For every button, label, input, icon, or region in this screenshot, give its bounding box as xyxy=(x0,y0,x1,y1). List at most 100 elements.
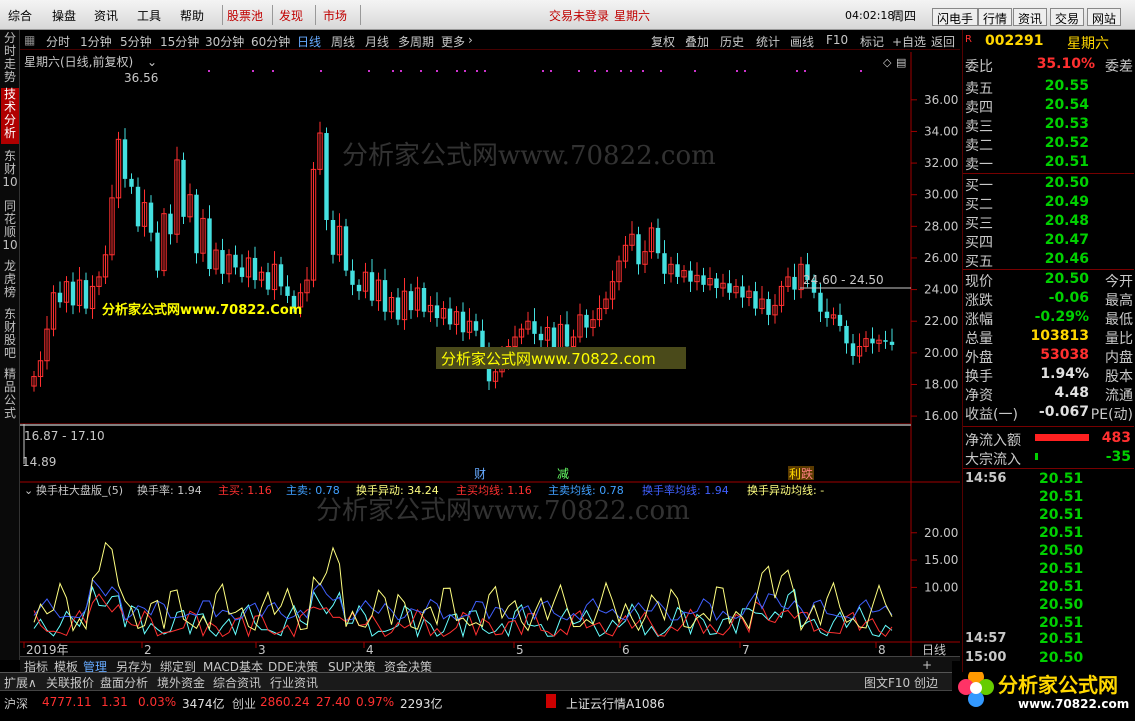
price-tick-label: 16.00 xyxy=(924,409,958,423)
buy-row[interactable]: 买一 20.50 xyxy=(965,175,1133,194)
stat-row[interactable]: 涨幅 -0.29% 最低 xyxy=(965,309,1133,328)
stat-row[interactable]: 收益(一) -0.067 PE(动) xyxy=(965,404,1133,423)
tab-intraday[interactable]: 分时走势 xyxy=(1,32,19,84)
period-4[interactable]: 30分钟 xyxy=(205,33,244,50)
menu-market[interactable]: 市场 xyxy=(323,7,347,24)
task-f10[interactable]: 图文F10 xyxy=(864,674,910,691)
task-1[interactable]: 关联报价 xyxy=(46,674,94,691)
news-ticker[interactable]: 上证云行情A1086 xyxy=(566,695,665,712)
task-0[interactable]: 扩展∧ xyxy=(4,674,37,691)
tab-eastmoney[interactable]: 东财10 xyxy=(1,150,19,196)
trade-button[interactable]: 交易 xyxy=(1050,8,1085,26)
stat-row[interactable]: 净资 4.48 流通 xyxy=(965,385,1133,404)
ind-tick-label: 15.00 xyxy=(924,553,958,567)
ind-turnover: 换手率: 1.94 xyxy=(137,483,202,497)
tab-formula[interactable]: 精品公式 xyxy=(1,368,19,424)
candle-body-down xyxy=(155,232,160,271)
period-8[interactable]: 月线 xyxy=(365,33,389,50)
tab-guba[interactable]: 东财股吧 xyxy=(1,308,19,364)
sh-amount: 3474亿 xyxy=(182,697,225,711)
stat-row[interactable]: 总量 103813 量比 xyxy=(965,328,1133,347)
stat-row[interactable]: 现价 20.50 今开 xyxy=(965,271,1133,290)
menu-item-3[interactable]: 工具 xyxy=(137,7,161,24)
quote-button[interactable]: 行情 xyxy=(978,8,1013,26)
tool-8[interactable]: 返回 xyxy=(931,33,955,50)
menu-stock-pool[interactable]: 股票池 xyxy=(227,7,263,24)
tick-row: 20.50 xyxy=(965,597,1133,616)
flash-trade-button[interactable]: 闪电手 xyxy=(932,8,979,26)
tool-4[interactable]: 画线 xyxy=(790,33,814,50)
divider xyxy=(963,173,1134,174)
period-10[interactable]: 更多 xyxy=(441,33,465,50)
tick-price: 20.50 xyxy=(1039,597,1084,613)
candle-body-down xyxy=(844,325,849,344)
tab-dragon-tiger[interactable]: 龙虎榜 xyxy=(1,260,19,306)
tool-1[interactable]: 叠加 xyxy=(685,33,709,50)
sh-index[interactable]: 4777.11 xyxy=(42,695,92,709)
candle-body-down xyxy=(564,324,570,347)
buy-row[interactable]: 买二 20.49 xyxy=(965,194,1133,213)
chevron-right-icon[interactable]: › xyxy=(468,33,473,47)
indicator-name[interactable]: 换手柱大盘版_(5) xyxy=(36,483,123,497)
stat-row[interactable]: 外盘 53038 内盘 xyxy=(965,347,1133,366)
signal-dot xyxy=(476,70,478,72)
period-3[interactable]: 15分钟 xyxy=(160,33,199,50)
task-2[interactable]: 盘面分析 xyxy=(100,674,148,691)
menu-item-1[interactable]: 操盘 xyxy=(52,7,76,24)
tool-3[interactable]: 统计 xyxy=(756,33,780,50)
signal-dot xyxy=(744,70,746,72)
tool-7[interactable]: +自选 xyxy=(892,33,926,50)
news-button[interactable]: 资讯 xyxy=(1013,8,1048,26)
period-7[interactable]: 周线 xyxy=(331,33,355,50)
task-edge[interactable]: 创边 xyxy=(914,674,938,691)
tick-row: 15:00 20.50 xyxy=(965,650,1133,669)
signal-dot xyxy=(694,70,696,72)
stat-row[interactable]: 涨跌 -0.06 最高 xyxy=(965,290,1133,309)
task-5[interactable]: 行业资讯 xyxy=(270,674,318,691)
sell-row[interactable]: 卖五 20.55 xyxy=(965,78,1133,97)
website-button[interactable]: 网站 xyxy=(1087,8,1122,26)
sell-row[interactable]: 卖一 20.51 xyxy=(965,154,1133,173)
tool-5[interactable]: F10 xyxy=(826,33,848,47)
menu-item-2[interactable]: 资讯 xyxy=(94,7,118,24)
tab-tonghuashun[interactable]: 同花顺10 xyxy=(1,200,19,256)
chevron-down-icon[interactable]: ⌄ xyxy=(147,55,157,69)
block-value: -35 xyxy=(1105,449,1131,465)
period-2[interactable]: 5分钟 xyxy=(120,33,152,50)
sell-row[interactable]: 卖二 20.52 xyxy=(965,135,1133,154)
diamond-icon[interactable]: ◇ xyxy=(883,56,892,69)
chevron-down-icon[interactable]: ⌄ xyxy=(24,484,33,497)
task-3[interactable]: 境外资金 xyxy=(157,674,205,691)
menu-sep xyxy=(222,5,223,25)
period-0[interactable]: 分时 xyxy=(46,33,70,50)
period-6[interactable]: 日线 xyxy=(297,33,321,50)
tab-technical[interactable]: 技术分析 xyxy=(1,88,19,144)
task-4[interactable]: 综合资讯 xyxy=(213,674,261,691)
sell-row[interactable]: 卖三 20.53 xyxy=(965,116,1133,135)
kline-chart[interactable]: 星期六(日线,前复权) ⌄ ◇ ▤ 36.0034.0032.0030.0028… xyxy=(20,50,960,660)
watermark-3: 分析家公式网www.70822.com xyxy=(441,350,656,368)
tool-2[interactable]: 历史 xyxy=(720,33,744,50)
menu-item-4[interactable]: 帮助 xyxy=(180,7,204,24)
tool-6[interactable]: 标记 xyxy=(860,33,884,50)
menu-icon[interactable]: ▤ xyxy=(896,56,906,69)
sell-row[interactable]: 卖四 20.54 xyxy=(965,97,1133,116)
buy-row[interactable]: 买四 20.47 xyxy=(965,232,1133,251)
period-9[interactable]: 多周期 xyxy=(398,33,434,50)
buy-row[interactable]: 买五 20.46 xyxy=(965,251,1133,270)
period-1[interactable]: 1分钟 xyxy=(80,33,112,50)
stat-row[interactable]: 换手 1.94% 股本 xyxy=(965,366,1133,385)
period-5[interactable]: 60分钟 xyxy=(251,33,290,50)
plus-icon[interactable]: + xyxy=(922,658,932,672)
grid-icon[interactable]: ▦ xyxy=(24,33,35,47)
candle-body-down xyxy=(122,139,128,179)
menu-item-0[interactable]: 综合 xyxy=(8,7,32,24)
tick-price: 20.51 xyxy=(1039,525,1084,541)
menu-discover[interactable]: 发现 xyxy=(279,7,303,24)
signal-dot xyxy=(620,70,622,72)
buy-row[interactable]: 买三 20.48 xyxy=(965,213,1133,232)
tool-0[interactable]: 复权 xyxy=(651,33,675,50)
cy-index[interactable]: 2860.24 xyxy=(260,695,310,709)
login-status[interactable]: 交易未登录 xyxy=(549,7,609,24)
signal-dot xyxy=(736,70,738,72)
